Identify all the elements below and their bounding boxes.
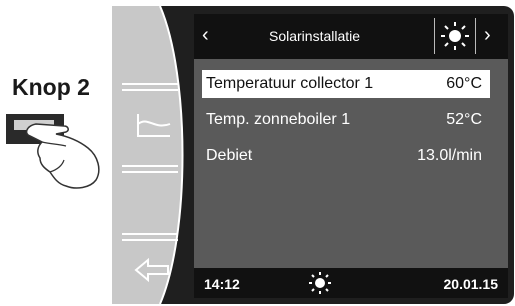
controller-device: ‹ Solarinstallatie › Temperatuur collect… xyxy=(112,6,514,304)
clock-time: 14:12 xyxy=(204,276,240,292)
sun-settings-button[interactable] xyxy=(434,18,476,54)
pressing-hand-illustration xyxy=(6,114,100,189)
sun-icon xyxy=(441,22,469,50)
curve-chart-icon[interactable] xyxy=(134,110,174,140)
knop-2-label: Knop 2 xyxy=(12,74,90,100)
sun-icon xyxy=(309,272,331,294)
list-item-flow-rate[interactable]: Debiet 13.0l/min xyxy=(202,142,490,170)
date-display: 20.01.15 xyxy=(443,276,499,292)
header-bar: ‹ Solarinstallatie › xyxy=(194,14,508,59)
back-arrow-icon[interactable] xyxy=(134,258,170,282)
row-value: 60°C xyxy=(446,75,482,92)
chevron-left-icon[interactable]: ‹ xyxy=(202,24,209,47)
row-value: 13.0l/min xyxy=(417,147,482,164)
row-value: 52°C xyxy=(446,111,482,128)
list-item-collector-temp[interactable]: Temperatuur collector 1 60°C xyxy=(202,70,490,98)
row-label: Temperatuur collector 1 xyxy=(206,75,374,92)
status-bar: 14:12 20.01.15 xyxy=(194,268,508,298)
chevron-right-icon[interactable]: › xyxy=(484,24,491,47)
display-screen: ‹ Solarinstallatie › Temperatuur collect… xyxy=(194,14,508,298)
row-label: Temp. zonneboiler 1 xyxy=(206,111,351,128)
row-label: Debiet xyxy=(206,147,253,164)
screen-title: Solarinstallatie xyxy=(269,28,361,44)
list-item-boiler-temp[interactable]: Temp. zonneboiler 1 52°C xyxy=(202,106,490,134)
